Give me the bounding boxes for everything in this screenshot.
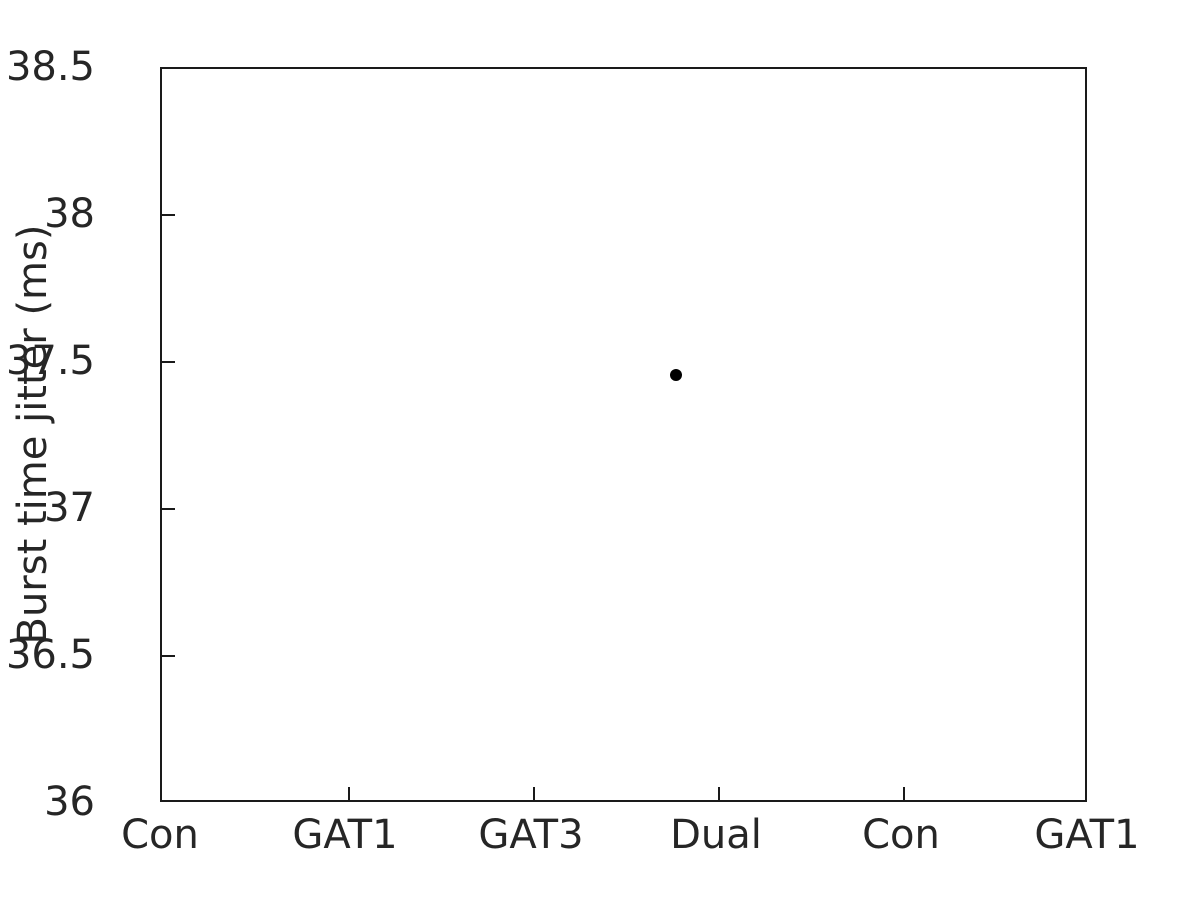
x-axis-tick-dual <box>718 787 720 800</box>
y-axis-tick-37 <box>162 508 175 510</box>
figure-canvas: Burst time jitter (ms) 38.5 38 37.5 37 3… <box>0 0 1200 900</box>
y-tick-label-37-5: 37.5 <box>5 338 95 384</box>
y-tick-label-37: 37 <box>44 485 95 531</box>
x-axis-tick-con-2 <box>903 787 905 800</box>
y-tick-label-36-5: 36.5 <box>5 632 95 678</box>
y-axis-label: Burst time jitter (ms) <box>10 224 56 645</box>
data-point <box>670 368 683 381</box>
x-axis-tick-gat3 <box>533 787 535 800</box>
y-axis-tick-38 <box>162 214 175 216</box>
y-axis-tick-36-5 <box>162 655 175 657</box>
x-axis-tick-gat1-1 <box>348 787 350 800</box>
y-axis-tick-37-5 <box>162 361 175 363</box>
y-tick-label-38-5: 38.5 <box>5 44 95 90</box>
x-tick-label-gat1-2: GAT1 <box>1034 812 1140 858</box>
plot-area <box>160 67 1087 802</box>
y-tick-label-38: 38 <box>44 191 95 237</box>
